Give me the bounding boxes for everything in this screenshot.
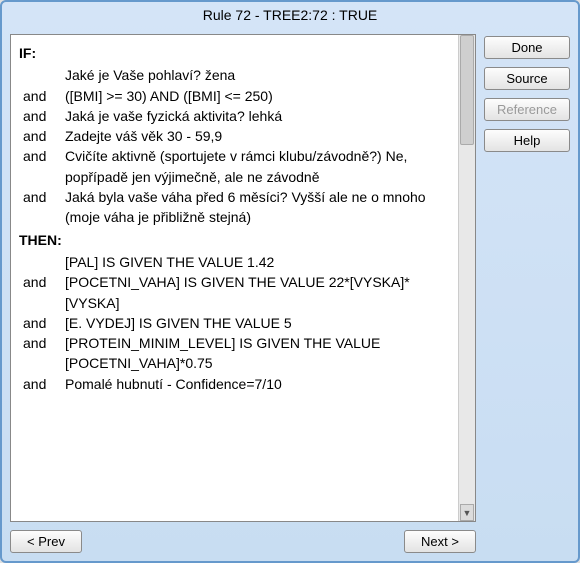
op-and: and [19,374,65,394]
left-pane: IF: Jaké je Vaše pohlaví? žena and ([BMI… [10,34,476,553]
op-and: and [19,106,65,126]
rule-window: Rule 72 - TREE2:72 : TRUE IF: Jaké je Va… [0,0,580,563]
op-and: and [19,146,65,187]
action-text: [POCETNI_VAHA] IS GIVEN THE VALUE 22*[VY… [65,272,450,313]
condition-text: ([BMI] >= 30) AND ([BMI] <= 250) [65,86,450,106]
action-row: and [PROTEIN_MINIM_LEVEL] IS GIVEN THE V… [19,333,450,374]
condition-row: Jaké je Vaše pohlaví? žena [19,65,450,85]
condition-text: Jaká je vaše fyzická aktivita? lehká [65,106,450,126]
rule-content-wrap: IF: Jaké je Vaše pohlaví? žena and ([BMI… [10,34,476,522]
condition-row: and Zadejte váš věk 30 - 59,9 [19,126,450,146]
action-row: and Pomalé hubnutí - Confidence=7/10 [19,374,450,394]
rule-content: IF: Jaké je Vaše pohlaví? žena and ([BMI… [11,35,458,521]
condition-text: Jaké je Vaše pohlaví? žena [65,65,450,85]
condition-text: Cvičíte aktivně (sportujete v rámci klub… [65,146,450,187]
vertical-scrollbar[interactable]: ▼ [458,35,475,521]
op-blank [19,252,65,272]
action-text: [E. VYDEJ] IS GIVEN THE VALUE 5 [65,313,450,333]
action-row: [PAL] IS GIVEN THE VALUE 1.42 [19,252,450,272]
op-and: and [19,272,65,313]
condition-row: and Jaká byla vaše váha před 6 měsíci? V… [19,187,450,228]
op-blank [19,65,65,85]
help-button[interactable]: Help [484,129,570,152]
reference-button: Reference [484,98,570,121]
next-button[interactable]: Next > [404,530,476,553]
nav-row: < Prev Next > [10,530,476,553]
scroll-down-arrow[interactable]: ▼ [460,504,474,521]
op-and: and [19,126,65,146]
window-title: Rule 72 - TREE2:72 : TRUE [2,2,578,28]
op-and: and [19,313,65,333]
op-and: and [19,86,65,106]
scroll-thumb[interactable] [460,35,474,145]
op-and: and [19,187,65,228]
side-buttons: Done Source Reference Help [484,34,570,553]
action-row: and [E. VYDEJ] IS GIVEN THE VALUE 5 [19,313,450,333]
then-header: THEN: [19,228,450,252]
done-button[interactable]: Done [484,36,570,59]
condition-row: and Cvičíte aktivně (sportujete v rámci … [19,146,450,187]
op-and: and [19,333,65,374]
source-button[interactable]: Source [484,67,570,90]
action-text: [PAL] IS GIVEN THE VALUE 1.42 [65,252,450,272]
condition-row: and Jaká je vaše fyzická aktivita? lehká [19,106,450,126]
condition-row: and ([BMI] >= 30) AND ([BMI] <= 250) [19,86,450,106]
action-text: [PROTEIN_MINIM_LEVEL] IS GIVEN THE VALUE… [65,333,450,374]
if-header: IF: [19,41,450,65]
condition-text: Jaká byla vaše váha před 6 měsíci? Vyšší… [65,187,450,228]
action-row: and [POCETNI_VAHA] IS GIVEN THE VALUE 22… [19,272,450,313]
window-body: IF: Jaké je Vaše pohlaví? žena and ([BMI… [2,28,578,561]
action-text: Pomalé hubnutí - Confidence=7/10 [65,374,450,394]
prev-button[interactable]: < Prev [10,530,82,553]
condition-text: Zadejte váš věk 30 - 59,9 [65,126,450,146]
